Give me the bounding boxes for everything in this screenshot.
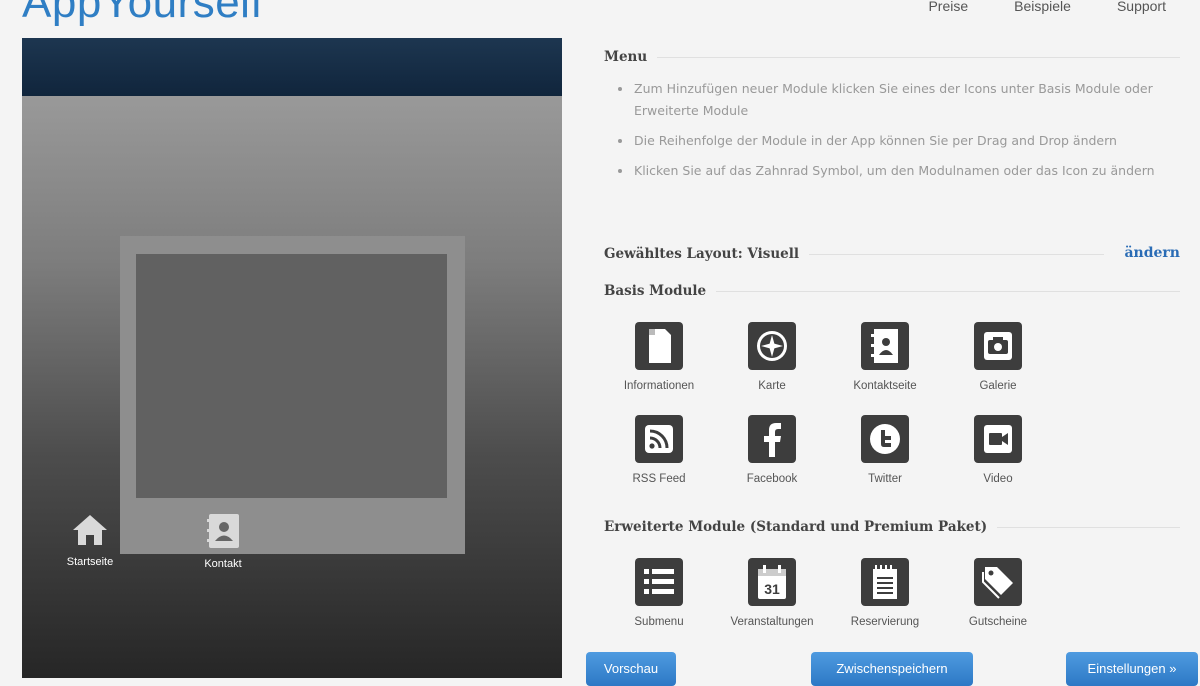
module-galerie[interactable]: Galerie (942, 322, 1054, 392)
menu-heading: Menu (604, 49, 1180, 65)
module-label: Submenu (634, 616, 684, 628)
module-label: Video (983, 473, 1013, 485)
list-icon (635, 558, 683, 606)
module-label: Karte (758, 380, 786, 392)
tag-icon (974, 558, 1022, 606)
layout-heading: Gewähltes Layout: Visuell (604, 246, 1104, 262)
module-reservierung[interactable]: Reservierung (829, 558, 941, 628)
preview-module-label: Kontakt (204, 558, 242, 570)
video-camera-icon (974, 415, 1022, 463)
basis-modules-heading: Basis Module (604, 283, 1180, 299)
module-label: Reservierung (850, 616, 920, 628)
module-karte[interactable]: Karte (716, 322, 828, 392)
instruction-item: Zum Hinzufügen neuer Module klicken Sie … (614, 78, 1174, 122)
rss-icon (635, 415, 683, 463)
extended-modules-heading: Erweiterte Module (Standard und Premium … (604, 519, 1180, 535)
module-label: Galerie (979, 380, 1017, 392)
app-logo[interactable]: AppYourself (22, 0, 263, 28)
document-icon (635, 322, 683, 370)
contact-icon (207, 514, 239, 548)
preview-module-label: Startseite (66, 556, 114, 568)
module-gutscheine[interactable]: Gutscheine (942, 558, 1054, 628)
facebook-icon (748, 415, 796, 463)
compass-icon (748, 322, 796, 370)
notepad-icon (861, 558, 909, 606)
settings-button[interactable]: Einstellungen » (1066, 652, 1198, 686)
twitter-icon (861, 415, 909, 463)
module-facebook[interactable]: Facebook (716, 415, 828, 485)
app-preview: Startseite Kontakt (22, 38, 562, 678)
module-twitter[interactable]: Twitter (829, 415, 941, 485)
module-submenu[interactable]: Submenu (603, 558, 715, 628)
module-label: Twitter (868, 473, 902, 485)
calendar-day: 31 (764, 581, 780, 597)
module-label: Kontaktseite (853, 380, 917, 392)
menu-instructions: Zum Hinzufügen neuer Module klicken Sie … (614, 78, 1174, 190)
calendar-icon: 31 (748, 558, 796, 606)
module-label: RSS Feed (632, 473, 686, 485)
module-label: Veranstaltungen (730, 616, 814, 628)
home-icon (73, 515, 107, 545)
instruction-item: Klicken Sie auf das Zahnrad Symbol, um d… (614, 160, 1174, 182)
module-label: Informationen (623, 380, 695, 392)
address-book-icon (861, 322, 909, 370)
module-veranstaltungen[interactable]: 31 Veranstaltungen (716, 558, 828, 628)
module-video[interactable]: Video (942, 415, 1054, 485)
editor-panel: Menu Zum Hinzufügen neuer Module klicken… (586, 0, 1200, 686)
module-informationen[interactable]: Informationen (603, 322, 715, 392)
preview-image-frame (120, 236, 465, 554)
module-kontaktseite[interactable]: Kontaktseite (829, 322, 941, 392)
preview-module-startseite[interactable]: Startseite (50, 512, 130, 568)
preview-header-bar (22, 38, 562, 96)
module-label: Facebook (746, 473, 798, 485)
camera-icon (974, 322, 1022, 370)
save-draft-button[interactable]: Zwischenspeichern (811, 652, 973, 686)
preview-button[interactable]: Vorschau (586, 652, 676, 686)
preview-module-kontakt[interactable]: Kontakt (183, 512, 263, 570)
module-rss-feed[interactable]: RSS Feed (603, 415, 715, 485)
change-layout-link[interactable]: ändern (1124, 245, 1180, 261)
module-label: Gutscheine (968, 616, 1028, 628)
preview-image-placeholder (136, 254, 447, 498)
instruction-item: Die Reihenfolge der Module in der App kö… (614, 130, 1174, 152)
